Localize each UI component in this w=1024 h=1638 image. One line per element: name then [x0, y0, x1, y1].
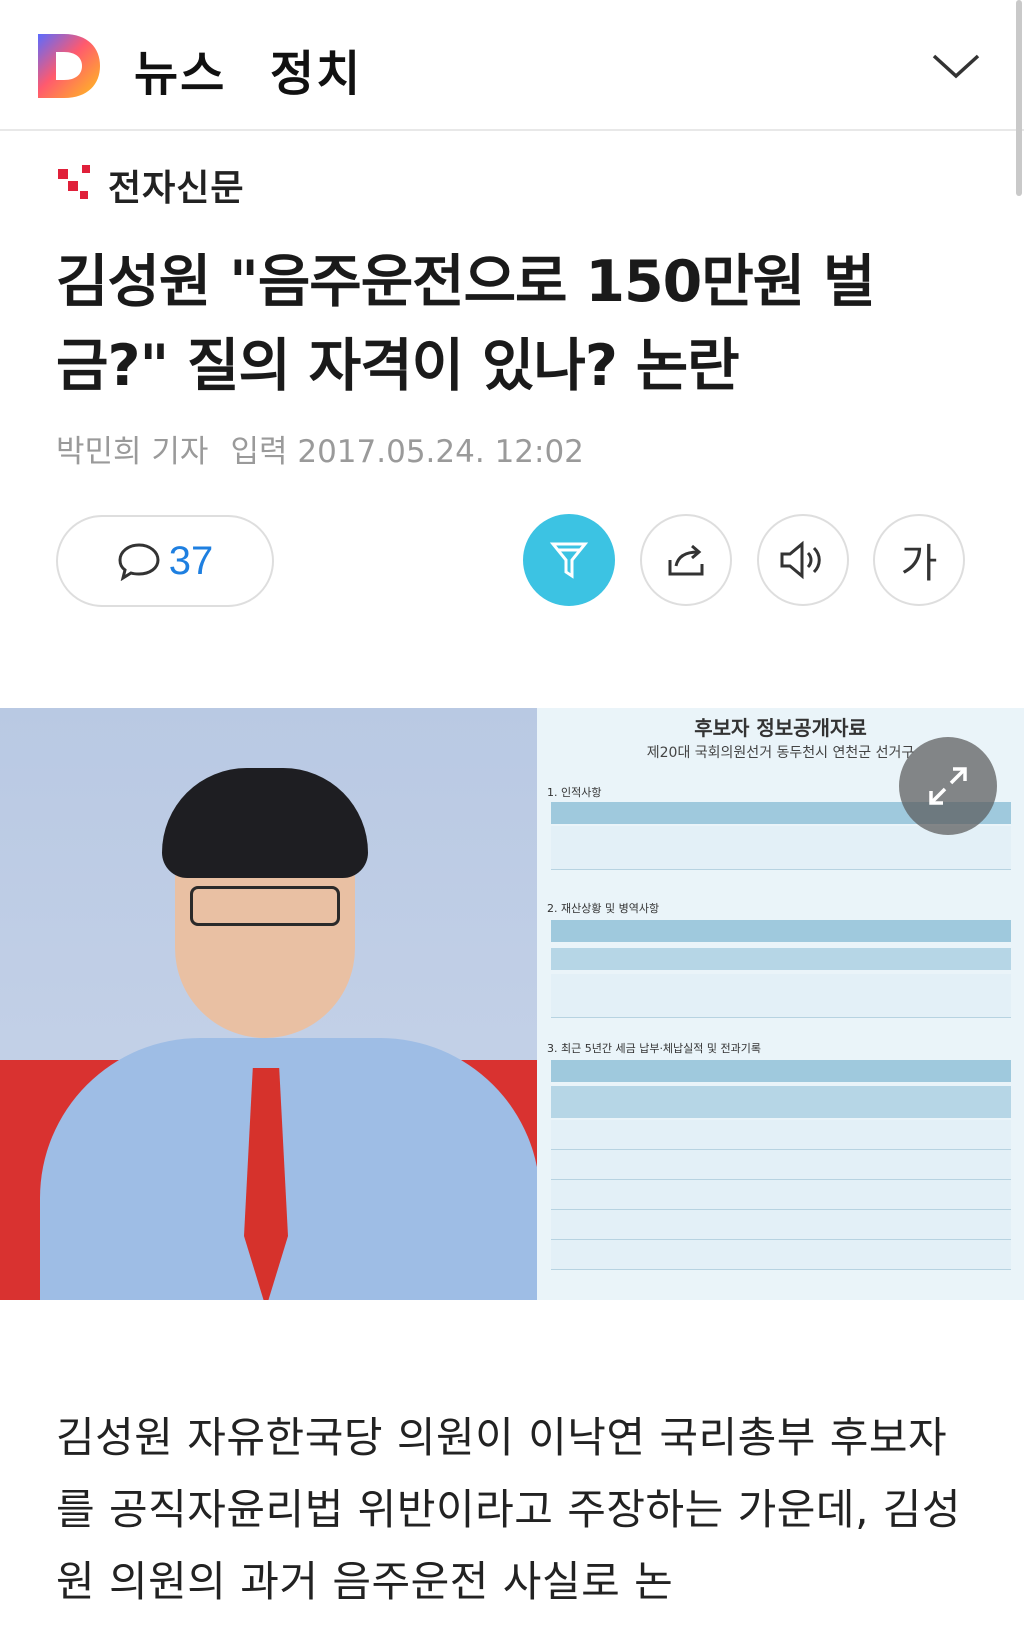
- doc-header-bar: [551, 948, 1011, 970]
- doc-section-3: 3. 최근 5년간 세금 납부·체납실적 및 전과기록: [547, 1042, 762, 1055]
- expand-image-button[interactable]: [899, 737, 997, 835]
- app-title[interactable]: 뉴스: [134, 34, 226, 104]
- doc-table-row: [551, 974, 1011, 1018]
- glasses-shape: [190, 886, 340, 926]
- summary-filter-button[interactable]: [523, 514, 615, 606]
- filter-icon: [549, 542, 589, 579]
- byline: 박민희 기자 입력 2017.05.24. 12:02: [56, 426, 584, 471]
- comment-button[interactable]: 37: [56, 515, 274, 607]
- article-headline: 김성원 "음주운전으로 150만원 벌금?" 질의 자격이 있나? 논란: [56, 249, 876, 399]
- share-icon: [668, 544, 704, 576]
- doc-section-1: 1. 인적사항: [547, 786, 602, 799]
- comment-icon: [118, 543, 160, 581]
- doc-table-row: [551, 1240, 1011, 1270]
- scrollbar[interactable]: [1016, 0, 1022, 196]
- font-size-icon: 가: [900, 541, 938, 587]
- shirt-shape: [40, 1038, 537, 1300]
- speaker-icon: [780, 540, 821, 580]
- reporter-name: 박민희 기자: [56, 434, 209, 470]
- doc-table-row: [551, 1210, 1011, 1240]
- press-name: 전자신문: [108, 168, 245, 209]
- daum-logo-icon[interactable]: [34, 30, 102, 102]
- font-size-button[interactable]: 가: [873, 514, 965, 606]
- doc-section-2: 2. 재산상황 및 병역사항: [547, 902, 660, 915]
- doc-table-row: [551, 1150, 1011, 1180]
- expand-icon: [929, 767, 967, 805]
- press-brand[interactable]: 전자신문: [56, 155, 244, 215]
- chevron-down-icon[interactable]: [930, 50, 982, 82]
- publish-date: 입력 2017.05.24. 12:02: [230, 434, 584, 470]
- article-photo[interactable]: [0, 708, 537, 1300]
- doc-header-bar: [551, 920, 1011, 942]
- doc-header-bar: [551, 1060, 1011, 1082]
- read-aloud-button[interactable]: [757, 514, 849, 606]
- doc-table-row: [551, 1180, 1011, 1210]
- hair-shape: [162, 768, 368, 878]
- top-bar: 뉴스 정치: [0, 0, 1024, 196]
- section-title[interactable]: 정치: [270, 34, 362, 104]
- comment-count: 37: [168, 538, 214, 583]
- etnews-logo-icon: [58, 165, 90, 199]
- doc-table-row: [551, 1120, 1011, 1150]
- article-body: 김성원 자유한국당 의원이 이낙연 국리총부 후보자를 공직자윤리법 위반이라고…: [56, 1413, 962, 1606]
- share-button[interactable]: [640, 514, 732, 606]
- doc-header-bar: [551, 1086, 1011, 1118]
